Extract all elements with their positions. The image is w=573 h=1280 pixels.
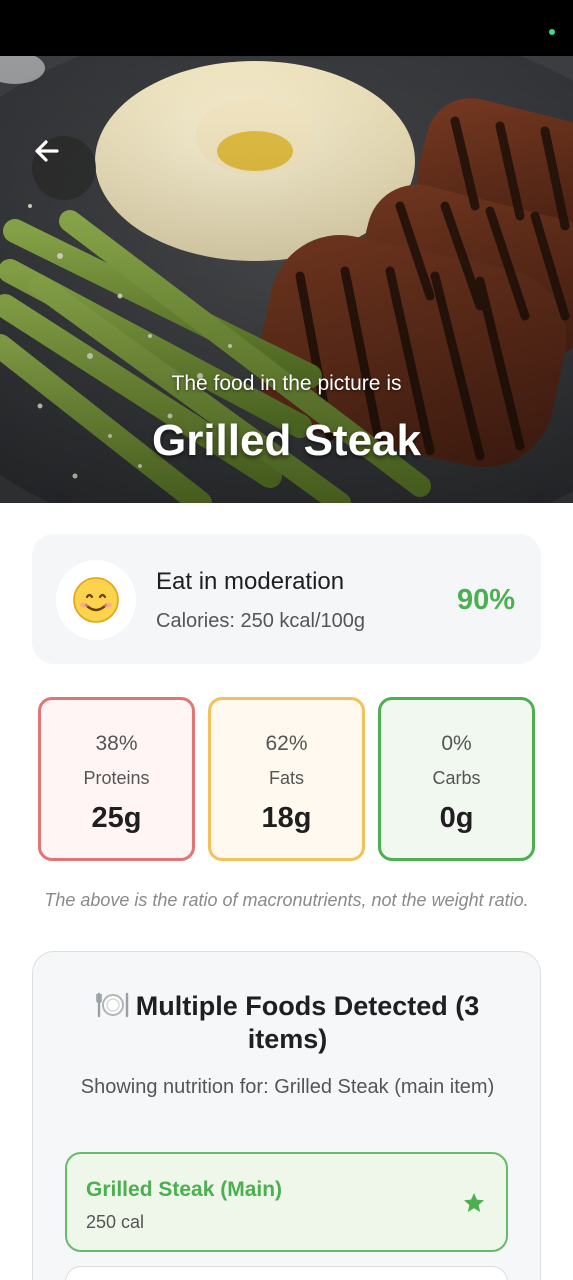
star-icon <box>464 1193 484 1212</box>
macro-percent: 38% <box>95 732 138 755</box>
plate-cutlery-icon <box>95 992 128 1018</box>
macro-amount: 25g <box>91 802 142 834</box>
macro-ratio-note: The above is the ratio of macronutrients… <box>44 890 529 910</box>
mood-badge <box>56 560 136 640</box>
verdict-title: Eat in moderation <box>156 568 345 595</box>
food-name-title: Grilled Steak <box>151 416 421 465</box>
arrow-left-icon <box>35 140 59 162</box>
food-item-name: Grilled Steak (Main) <box>86 1178 283 1201</box>
macro-percent: 0% <box>441 732 472 755</box>
macro-label: Proteins <box>83 768 150 788</box>
smiling-face-icon <box>73 577 119 623</box>
food-item-grilled-steak[interactable]: Grilled Steak (Main) 250 cal <box>65 1152 508 1252</box>
multiple-foods-card: Multiple Foods Detected (3 items) Showin… <box>32 951 541 1280</box>
calories-per-100g: Calories: 250 kcal/100g <box>156 610 366 632</box>
macro-card-carbs: 0% Carbs 0g <box>378 697 535 861</box>
macro-card-proteins: 38% Proteins 25g <box>38 697 195 861</box>
status-bar <box>0 0 573 56</box>
multiple-foods-title: Multiple Foods Detected (3 items) <box>61 990 514 1056</box>
macro-card-fats: 62% Fats 18g <box>208 697 365 861</box>
macro-amount: 0g <box>439 802 474 834</box>
food-item-calories: 250 cal <box>86 1212 145 1232</box>
macro-amount: 18g <box>261 802 312 834</box>
back-button[interactable] <box>32 136 96 200</box>
multiple-foods-subtitle: Showing nutrition for: Grilled Steak (ma… <box>80 1076 495 1098</box>
food-photo: The food in the picture is Grilled Steak <box>0 56 573 503</box>
macro-label: Fats <box>268 768 304 788</box>
health-score: 90% <box>456 584 515 616</box>
hero-subtitle: The food in the picture is <box>171 372 402 395</box>
food-item-partial[interactable] <box>65 1266 508 1280</box>
status-indicator-dot <box>549 29 555 35</box>
macro-label: Carbs <box>432 768 481 788</box>
multiple-foods-title-text: Multiple Foods Detected (3 items) <box>135 991 480 1054</box>
macro-percent: 62% <box>265 732 308 755</box>
health-verdict-card: Eat in moderation Calories: 250 kcal/100… <box>32 534 541 664</box>
